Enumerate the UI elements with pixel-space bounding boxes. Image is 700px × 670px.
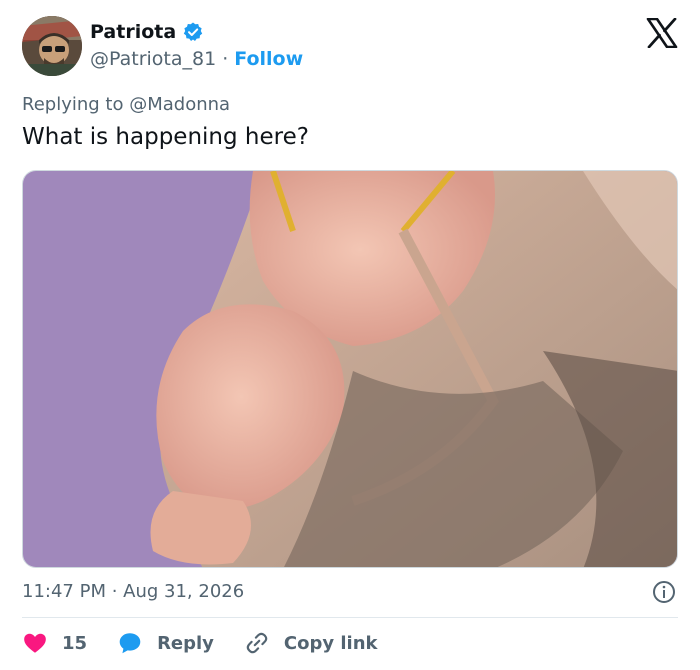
author-handle-row: @Patriota_81 · Follow [90, 48, 303, 70]
divider [22, 617, 678, 618]
author-name[interactable]: Patriota [90, 21, 176, 43]
reply-context-prefix: Replying to [22, 94, 124, 115]
like-count: 15 [62, 632, 88, 654]
info-icon[interactable] [652, 580, 676, 604]
reply-context: Replying to @Madonna [22, 94, 230, 115]
link-icon [246, 632, 268, 654]
verified-badge-icon [183, 22, 203, 41]
speech-bubble-icon [119, 633, 141, 654]
reply-button[interactable]: Reply [117, 630, 214, 656]
reply-label: Reply [157, 632, 214, 654]
reply-mention-link[interactable]: @Madonna [129, 94, 230, 115]
tweet-media-image[interactable] [22, 170, 678, 568]
separator-dot: · [222, 48, 229, 70]
tweet-text: What is happening here? [22, 124, 309, 150]
tweet-timestamp[interactable]: 11:47 PM · Aug 31, 2026 [22, 581, 244, 602]
copy-link-button[interactable]: Copy link [244, 630, 378, 656]
author-name-row[interactable]: Patriota [90, 21, 204, 43]
follow-button[interactable]: Follow [234, 48, 303, 70]
author-handle[interactable]: @Patriota_81 [90, 48, 216, 70]
avatar[interactable] [22, 16, 82, 76]
heart-icon [24, 633, 46, 653]
x-logo-icon[interactable] [646, 18, 678, 48]
like-button[interactable]: 15 [22, 630, 87, 656]
tweet-actions: 15 Reply Copy link [22, 628, 408, 658]
copy-link-label: Copy link [283, 632, 378, 654]
